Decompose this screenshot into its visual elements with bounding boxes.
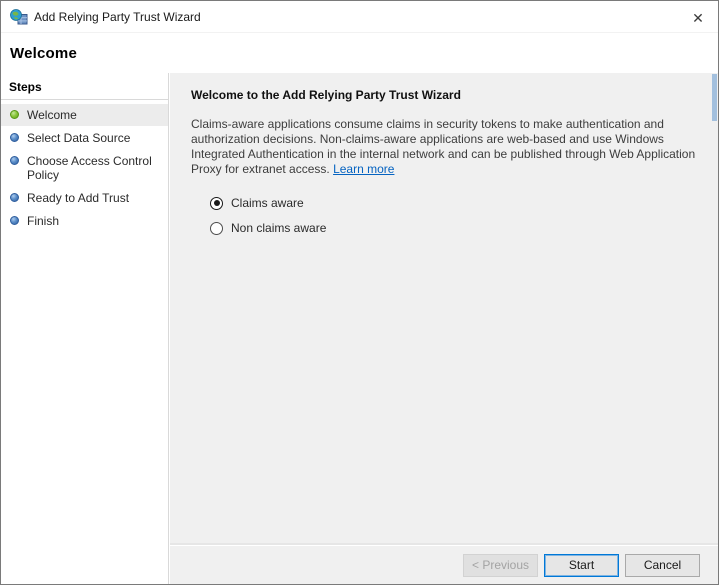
radio-label: Claims aware (231, 196, 304, 210)
title-bar: Add Relying Party Trust Wizard ✕ (1, 1, 718, 33)
content-pane: Welcome to the Add Relying Party Trust W… (170, 73, 718, 545)
start-button[interactable]: Start (544, 554, 619, 577)
content-heading: Welcome to the Add Relying Party Trust W… (191, 88, 698, 102)
step-label: Finish (27, 214, 59, 228)
window-title: Add Relying Party Trust Wizard (34, 10, 201, 24)
content-description: Claims-aware applications consume claims… (191, 117, 698, 177)
step-bullet-icon (10, 156, 19, 165)
radio-label: Non claims aware (231, 221, 326, 235)
steps-header: Steps (1, 73, 168, 100)
step-bullet-icon (10, 110, 19, 119)
sidebar-step-select-data-source[interactable]: Select Data Source (1, 127, 168, 149)
steps-sidebar: Steps Welcome Select Data Source Choose … (1, 73, 169, 584)
scrollbar-thumb-fragment (712, 74, 717, 121)
page-title: Welcome (10, 45, 77, 62)
sidebar-step-finish[interactable]: Finish (1, 210, 168, 232)
step-label: Select Data Source (27, 131, 130, 145)
page-header: Welcome (1, 34, 718, 73)
step-bullet-icon (10, 216, 19, 225)
trust-type-radio-group: Claims aware Non claims aware (210, 196, 698, 235)
radio-claims-aware[interactable]: Claims aware (210, 196, 698, 210)
step-label: Welcome (27, 108, 77, 122)
previous-button[interactable]: < Previous (463, 554, 538, 577)
cancel-button[interactable]: Cancel (625, 554, 700, 577)
step-bullet-icon (10, 193, 19, 202)
close-icon[interactable]: ✕ (688, 8, 708, 28)
step-label: Choose Access Control Policy (27, 154, 159, 182)
wizard-window: Add Relying Party Trust Wizard ✕ Welcome… (0, 0, 719, 585)
sidebar-step-choose-access-control-policy[interactable]: Choose Access Control Policy (1, 150, 168, 186)
wizard-app-icon (10, 9, 28, 25)
description-text: Claims-aware applications consume claims… (191, 117, 695, 176)
radio-non-claims-aware[interactable]: Non claims aware (210, 221, 698, 235)
radio-button-icon (210, 197, 223, 210)
step-bullet-icon (10, 133, 19, 142)
sidebar-step-welcome[interactable]: Welcome (1, 104, 168, 126)
radio-button-icon (210, 222, 223, 235)
footer-button-bar: < Previous Start Cancel (170, 545, 718, 584)
step-label: Ready to Add Trust (27, 191, 129, 205)
learn-more-link[interactable]: Learn more (333, 162, 394, 176)
steps-list: Welcome Select Data Source Choose Access… (1, 100, 168, 232)
sidebar-step-ready-to-add-trust[interactable]: Ready to Add Trust (1, 187, 168, 209)
